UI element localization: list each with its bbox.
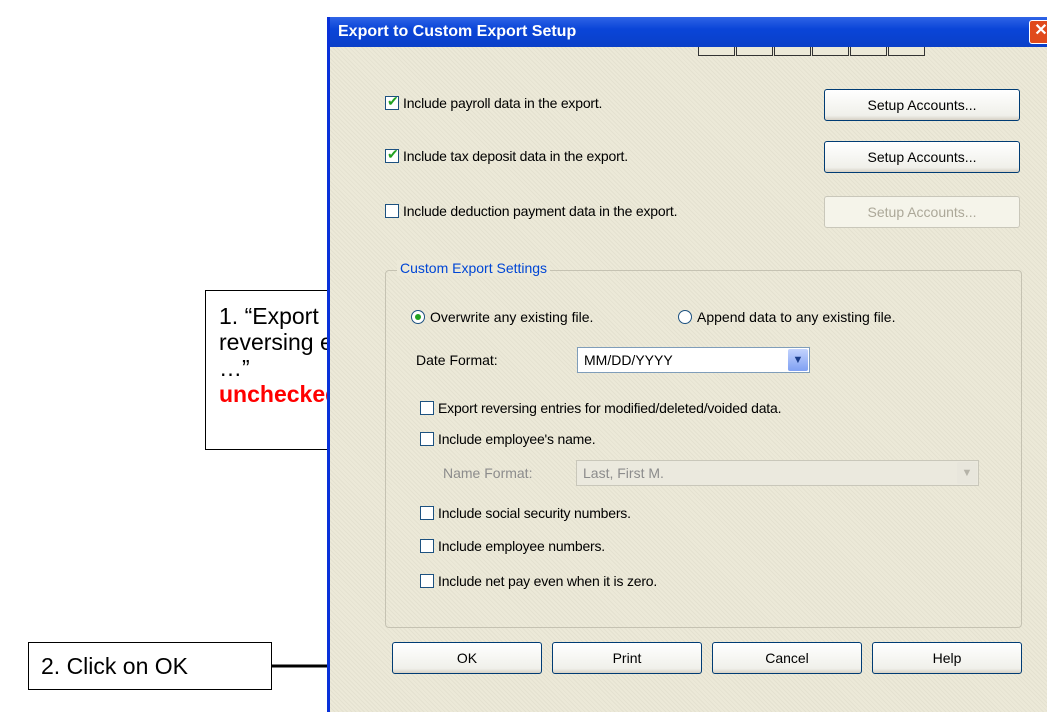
tab-edge — [698, 47, 735, 56]
setup-accounts-payroll-button[interactable]: Setup Accounts... — [824, 89, 1020, 121]
dialog-title: Export to Custom Export Setup — [338, 23, 577, 40]
export-reversing-label: Export reversing entries for modified/de… — [438, 400, 782, 416]
include-payroll-checkbox[interactable]: Include payroll data in the export. — [385, 93, 603, 111]
callout-step-1-emphasis: unchecked — [219, 381, 340, 407]
checkbox-unchecked-icon — [420, 401, 434, 415]
tab-edge — [888, 47, 925, 56]
include-deduction-payment-checkbox[interactable]: Include deduction payment data in the ex… — [385, 203, 678, 219]
close-icon[interactable]: ✕ — [1029, 20, 1047, 44]
checkbox-unchecked-icon — [420, 539, 434, 553]
checkbox-checked-icon — [385, 93, 399, 110]
chevron-down-icon: ▼ — [957, 462, 977, 484]
checkbox-unchecked-icon — [420, 432, 434, 446]
include-tax-deposit-checkbox[interactable]: Include tax deposit data in the export. — [385, 146, 628, 164]
name-format-select[interactable]: Last, First M. ▼ — [576, 460, 979, 486]
include-tax-deposit-label: Include tax deposit data in the export. — [403, 148, 628, 164]
overwrite-label: Overwrite any existing file. — [430, 309, 594, 325]
setup-accounts-deduction-button[interactable]: Setup Accounts... — [824, 196, 1020, 228]
tab-edge — [774, 47, 811, 56]
help-button[interactable]: Help — [872, 642, 1022, 674]
overwrite-radio[interactable]: Overwrite any existing file. — [411, 309, 593, 325]
checkbox-checked-icon — [385, 146, 399, 163]
export-reversing-checkbox[interactable]: Export reversing entries for modified/de… — [420, 400, 781, 416]
include-net-pay-label: Include net pay even when it is zero. — [438, 573, 658, 589]
callout-step-2: 2. Click on OK — [28, 642, 272, 690]
export-setup-dialog: Export to Custom Export Setup ✕ Include … — [327, 17, 1047, 712]
checkbox-unchecked-icon — [420, 506, 434, 520]
include-employee-numbers-checkbox[interactable]: Include employee numbers. — [420, 538, 605, 554]
include-deduction-payment-label: Include deduction payment data in the ex… — [403, 203, 678, 219]
date-format-value: MM/DD/YYYY — [584, 352, 673, 368]
checkbox-unchecked-icon — [385, 204, 399, 218]
radio-selected-icon — [411, 310, 425, 324]
tab-edge — [850, 47, 887, 56]
include-payroll-label: Include payroll data in the export. — [403, 95, 603, 111]
tab-edge — [812, 47, 849, 56]
include-employee-name-label: Include employee's name. — [438, 431, 596, 447]
callout-step-2-text: 2. Click on OK — [41, 653, 188, 679]
include-employee-name-checkbox[interactable]: Include employee's name. — [420, 431, 596, 447]
cancel-button[interactable]: Cancel — [712, 642, 862, 674]
include-ssn-checkbox[interactable]: Include social security numbers. — [420, 505, 631, 521]
chevron-down-icon: ▼ — [788, 349, 808, 371]
append-label: Append data to any existing file. — [697, 309, 896, 325]
print-button[interactable]: Print — [552, 642, 702, 674]
include-employee-numbers-label: Include employee numbers. — [438, 538, 605, 554]
ok-button[interactable]: OK — [392, 642, 542, 674]
group-title: Custom Export Settings — [397, 260, 551, 276]
setup-accounts-tax-deposit-button[interactable]: Setup Accounts... — [824, 141, 1020, 173]
radio-unselected-icon — [678, 310, 692, 324]
date-format-select[interactable]: MM/DD/YYYY ▼ — [577, 347, 810, 373]
name-format-value: Last, First M. — [583, 465, 664, 481]
include-ssn-label: Include social security numbers. — [438, 505, 631, 521]
checkbox-unchecked-icon — [420, 574, 434, 588]
date-format-label: Date Format: — [416, 352, 498, 368]
tab-edge — [736, 47, 773, 56]
append-radio[interactable]: Append data to any existing file. — [678, 309, 895, 325]
tab-strip-remnant — [698, 47, 926, 57]
include-net-pay-checkbox[interactable]: Include net pay even when it is zero. — [420, 573, 657, 589]
name-format-label: Name Format: — [443, 465, 533, 481]
dialog-title-bar: Export to Custom Export Setup ✕ — [330, 17, 1047, 47]
